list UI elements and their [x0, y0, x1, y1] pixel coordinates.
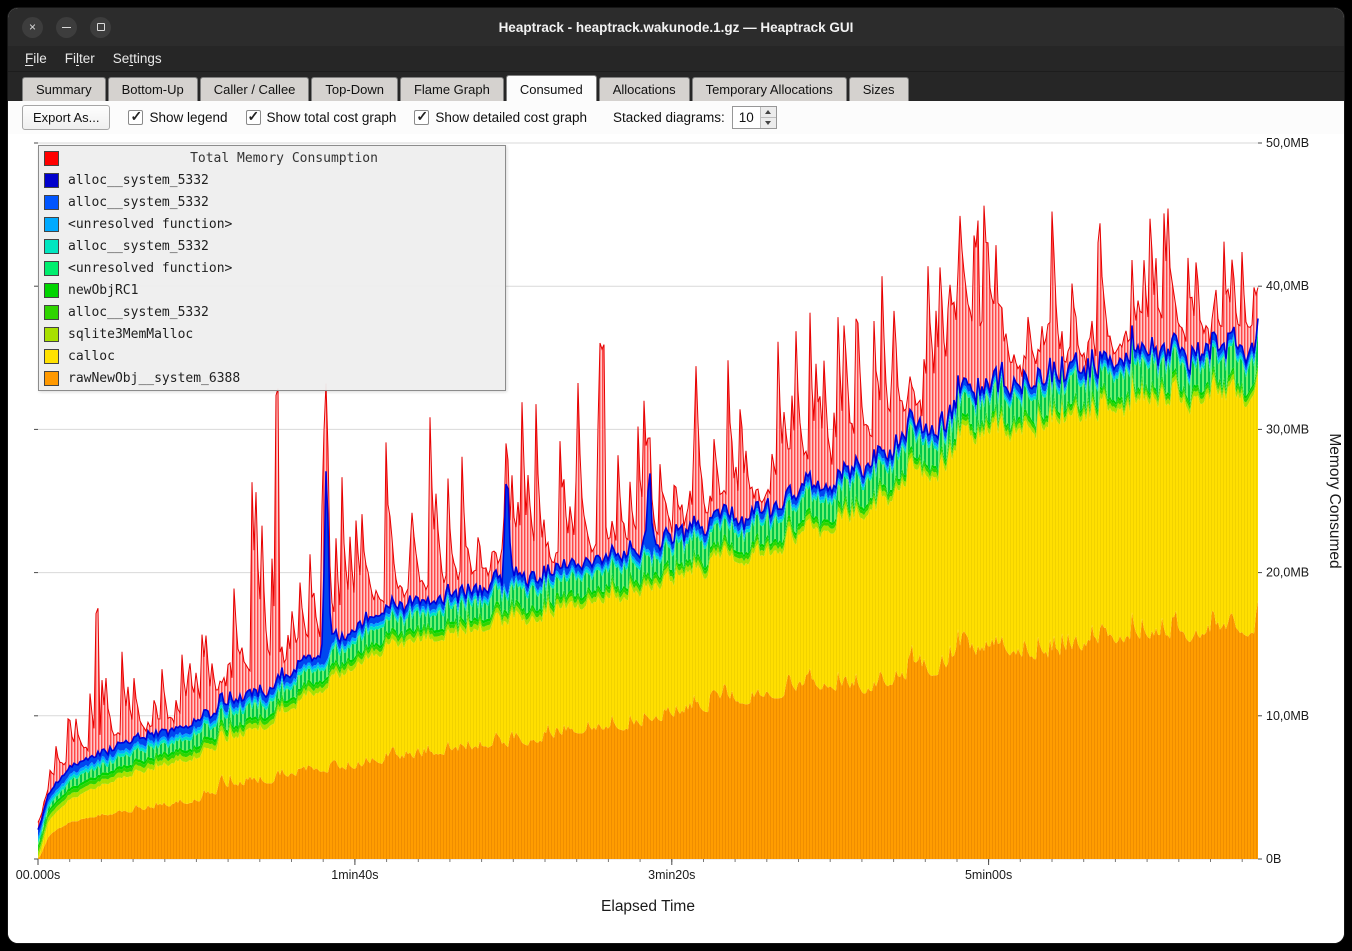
legend-color-swatch — [44, 261, 59, 276]
chart-area: 00.000s 1min40s 3min20s 5min00s 0B 10,0MB 20,0… — [8, 134, 1344, 943]
window-title: Heaptrack - heaptrack.wakunode.1.gz — He… — [499, 20, 854, 35]
spin-up-button[interactable] — [761, 107, 776, 118]
checkbox-show-total-cost-graph[interactable]: Show total cost graph — [246, 110, 397, 125]
legend-label: alloc__system_5332 — [68, 305, 209, 320]
legend-label: <unresolved function> — [68, 217, 232, 232]
y-tick-label: 50,0MB — [1266, 136, 1309, 150]
stacked-diagrams-label: Stacked diagrams: — [613, 110, 725, 125]
toolbar-checkboxes: Show legend Show total cost graph Show det… — [128, 110, 587, 125]
legend-color-swatch — [44, 151, 59, 166]
tab-temporary-allocations[interactable]: Temporary Allocations — [692, 77, 847, 101]
legend-color-swatch — [44, 349, 59, 364]
checkbox-show-detailed-cost-graph[interactable]: Show detailed cost graph — [414, 110, 587, 125]
legend-item: alloc__system_5332 — [39, 169, 505, 191]
legend-item: alloc__system_5332 — [39, 235, 505, 257]
y-tick-label: 10,0MB — [1266, 709, 1309, 723]
checkbox-label: Show legend — [149, 110, 227, 125]
y-axis-title: Memory Consumed — [1326, 433, 1343, 568]
legend-color-swatch — [44, 371, 59, 386]
legend-color-swatch — [44, 173, 59, 188]
y-tick-label: 40,0MB — [1266, 279, 1309, 293]
legend-color-swatch — [44, 217, 59, 232]
stacked-diagrams-group: Stacked diagrams: 10 — [613, 106, 777, 129]
legend-label: newObjRC1 — [68, 283, 138, 298]
minimize-button[interactable] — [56, 17, 77, 38]
app-window: × Heaptrack - heaptrack.wakunode.1.gz — … — [8, 8, 1344, 943]
legend-item: <unresolved function> — [39, 257, 505, 279]
tab-caller-callee[interactable]: Caller / Callee — [200, 77, 310, 101]
y-tick-label: 30,0MB — [1266, 422, 1309, 436]
menu-settings[interactable]: Settings — [104, 46, 171, 71]
legend-title-row: Total Memory Consumption — [39, 147, 505, 169]
legend-label: alloc__system_5332 — [68, 239, 209, 254]
legend-label: Total Memory Consumption — [68, 151, 500, 166]
maximize-button[interactable] — [90, 17, 111, 38]
window-controls: × — [22, 8, 111, 46]
x-tick-label: 00.000s — [16, 868, 60, 882]
checkbox-icon[interactable] — [128, 110, 143, 125]
legend-item: calloc — [39, 345, 505, 367]
tab-bottom-up[interactable]: Bottom-Up — [108, 77, 198, 101]
legend-item: alloc__system_5332 — [39, 191, 505, 213]
x-tick-label: 1min40s — [331, 868, 378, 882]
tab-consumed[interactable]: Consumed — [506, 75, 597, 101]
export-as-button[interactable]: Export As... — [22, 105, 110, 130]
checkbox-icon[interactable] — [246, 110, 261, 125]
legend-item: sqlite3MemMalloc — [39, 323, 505, 345]
close-icon: × — [29, 21, 36, 33]
legend-color-swatch — [44, 305, 59, 320]
legend-label: calloc — [68, 349, 115, 364]
tab-sizes[interactable]: Sizes — [849, 77, 909, 101]
legend-item: alloc__system_5332 — [39, 301, 505, 323]
legend-item: <unresolved function> — [39, 213, 505, 235]
checkbox-label: Show detailed cost graph — [435, 110, 587, 125]
stacked-diagrams-spinbox[interactable]: 10 — [732, 106, 777, 129]
legend-label: sqlite3MemMalloc — [68, 327, 193, 342]
checkbox-show-legend[interactable]: Show legend — [128, 110, 227, 125]
tab-bar: SummaryBottom-UpCaller / CalleeTop-DownF… — [8, 72, 1344, 101]
y-tick-label: 0B — [1266, 852, 1281, 866]
legend-item: newObjRC1 — [39, 279, 505, 301]
legend-label: rawNewObj__system_6388 — [68, 371, 240, 386]
x-axis-title: Elapsed Time — [601, 898, 695, 915]
spinbox-buttons — [760, 107, 776, 128]
x-tick-label: 5min00s — [965, 868, 1012, 882]
chart-legend: Total Memory Consumption alloc__system_53… — [38, 145, 506, 391]
spinbox-value: 10 — [733, 107, 760, 128]
tab-top-down[interactable]: Top-Down — [311, 77, 398, 101]
maximize-icon — [97, 23, 105, 31]
menubar: FileFilterSettings — [8, 46, 1344, 72]
y-tick-label: 20,0MB — [1266, 566, 1309, 580]
legend-color-swatch — [44, 327, 59, 342]
x-tick-label: 3min20s — [648, 868, 695, 882]
legend-color-swatch — [44, 239, 59, 254]
titlebar: × Heaptrack - heaptrack.wakunode.1.gz — … — [8, 8, 1344, 46]
legend-color-swatch — [44, 283, 59, 298]
legend-item: rawNewObj__system_6388 — [39, 367, 505, 389]
legend-label: <unresolved function> — [68, 261, 232, 276]
legend-label: alloc__system_5332 — [68, 173, 209, 188]
checkbox-icon[interactable] — [414, 110, 429, 125]
tab-summary[interactable]: Summary — [22, 77, 106, 101]
tab-flame-graph[interactable]: Flame Graph — [400, 77, 504, 101]
legend-color-swatch — [44, 195, 59, 210]
menu-filter[interactable]: Filter — [56, 46, 104, 71]
minimize-icon — [62, 27, 71, 28]
spin-down-button[interactable] — [761, 118, 776, 128]
menu-file[interactable]: File — [16, 46, 56, 71]
tab-allocations[interactable]: Allocations — [599, 77, 690, 101]
toolbar: Export As... Show legend Show total cost … — [8, 101, 1344, 134]
checkbox-label: Show total cost graph — [267, 110, 397, 125]
legend-label: alloc__system_5332 — [68, 195, 209, 210]
close-button[interactable]: × — [22, 17, 43, 38]
